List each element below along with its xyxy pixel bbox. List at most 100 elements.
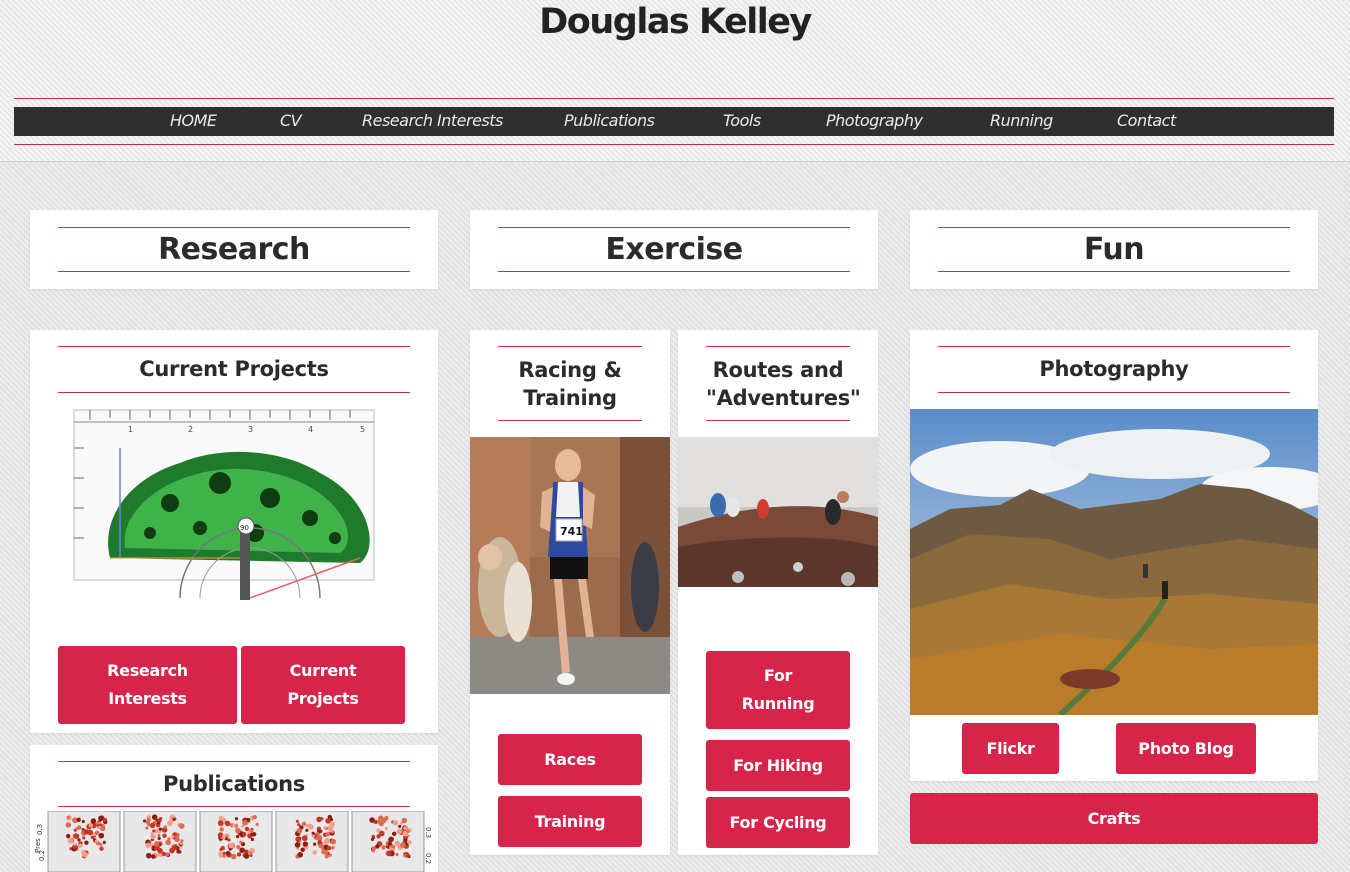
plot-panel [275, 811, 349, 872]
races-button[interactable]: Races [498, 734, 642, 785]
plot-point [148, 840, 152, 844]
plot-point [242, 819, 248, 826]
plot-point [375, 844, 380, 849]
plot-point [145, 842, 151, 849]
nav-home[interactable]: HOME [170, 111, 217, 130]
plot-point [321, 847, 325, 851]
ruler-mark-5: 5 [360, 425, 365, 434]
nav-publications[interactable]: Publications [564, 111, 655, 130]
nav-tools[interactable]: Tools [723, 111, 761, 130]
training-button[interactable]: Training [498, 796, 642, 847]
plot-point [250, 832, 254, 836]
plot-point [308, 824, 314, 830]
plot-point [225, 850, 231, 856]
plot-point [78, 843, 83, 848]
plot-point [179, 841, 183, 846]
runner-photo[interactable]: 741 [470, 437, 670, 694]
plot-point [252, 815, 257, 820]
plot-point [98, 832, 105, 839]
plot-point [66, 815, 71, 819]
plot-point [232, 823, 236, 828]
plot-point [230, 853, 237, 860]
plot-point [90, 818, 97, 824]
plot-point [81, 819, 85, 824]
photography-card: Photography Flickr Photo Blog [910, 330, 1318, 781]
plot-point [150, 833, 156, 840]
for-hiking-button[interactable]: For Hiking [706, 740, 850, 791]
for-running-button[interactable]: For Running [706, 651, 850, 729]
nav-cv[interactable]: CV [280, 111, 302, 130]
plot-point [395, 852, 399, 857]
plot-point [373, 819, 378, 825]
plot-point [312, 850, 317, 855]
plot-point [295, 836, 301, 843]
plot-point [145, 852, 152, 859]
publications-card: Publications Pres 0.3 0.2 0.3 0.2 [30, 745, 438, 872]
plot-point [377, 819, 382, 824]
fun-heading: Fun [938, 227, 1290, 272]
nav-running[interactable]: Running [990, 111, 1053, 130]
plot-point [311, 831, 315, 835]
plot-point [65, 822, 72, 828]
ruler-mark-1: 1 [128, 425, 133, 434]
plot-point [301, 835, 308, 842]
hikers-photo[interactable] [678, 437, 878, 587]
flickr-button[interactable]: Flickr [962, 723, 1059, 774]
plot-point [67, 838, 74, 844]
site-title[interactable]: Douglas Kelley [0, 2, 1350, 42]
plot-point [388, 836, 394, 843]
plot-point [403, 826, 408, 831]
racing-training-card: Racing & Training 741 Races Training [470, 330, 670, 855]
photography-title: Photography [938, 346, 1290, 393]
plot-point [326, 845, 332, 851]
plot-point [142, 819, 147, 823]
current-projects-button[interactable]: Current Projects [241, 646, 405, 724]
plot-point [88, 823, 94, 828]
plot-point [296, 828, 303, 834]
plot-point [82, 836, 86, 840]
publications-plots-image[interactable]: Pres 0.3 0.2 0.3 0.2 [30, 811, 438, 872]
nav-photography[interactable]: Photography [826, 111, 923, 130]
plot-point [157, 836, 161, 840]
plot-point [316, 834, 323, 841]
plot-point [247, 830, 251, 834]
exercise-heading: Exercise [498, 227, 850, 272]
ruler-mark-3: 3 [248, 425, 253, 434]
runner-bib-number: 741 [560, 525, 583, 538]
for-cycling-button-label: For Cycling [729, 812, 827, 832]
research-interests-button[interactable]: Research Interests [58, 646, 237, 724]
plot-point [228, 842, 234, 849]
photo-blog-button[interactable]: Photo Blog [1116, 723, 1256, 774]
plot-point [75, 827, 79, 831]
protractor-mark: 90 [240, 524, 249, 532]
plot-point [146, 817, 151, 823]
plot-point [400, 842, 406, 848]
plot-point [161, 851, 167, 857]
plot-point [162, 833, 167, 838]
ruler-mark-2: 2 [188, 425, 193, 434]
for-cycling-button[interactable]: For Cycling [706, 797, 850, 848]
plot-point [234, 817, 239, 821]
plot-point [398, 824, 402, 828]
tree-ruler-image[interactable]: 1 2 3 4 5 90 [70, 408, 400, 608]
plot-point [159, 816, 163, 821]
plot-point [371, 849, 375, 853]
plot-point [235, 827, 241, 834]
research-heading: Research [58, 227, 410, 272]
plot-point [297, 823, 301, 827]
crafts-button-label: Crafts [1087, 808, 1141, 828]
plot-point [145, 826, 149, 830]
crafts-button[interactable]: Crafts [910, 793, 1318, 844]
nav-research-interests[interactable]: Research Interests [362, 111, 503, 130]
plot-point [94, 830, 100, 836]
photo-blog-button-label: Photo Blog [1138, 738, 1234, 758]
plot-point [381, 845, 386, 850]
landscape-photo[interactable] [910, 409, 1318, 715]
nav-contact[interactable]: Contact [1117, 111, 1176, 130]
plot-point [77, 838, 81, 842]
plot-point [165, 839, 171, 846]
nav-top-rule [14, 98, 1334, 99]
plot-point [297, 851, 303, 858]
plot-axis-left-bottom: 0.2 [38, 850, 46, 861]
plot-point [102, 817, 108, 823]
